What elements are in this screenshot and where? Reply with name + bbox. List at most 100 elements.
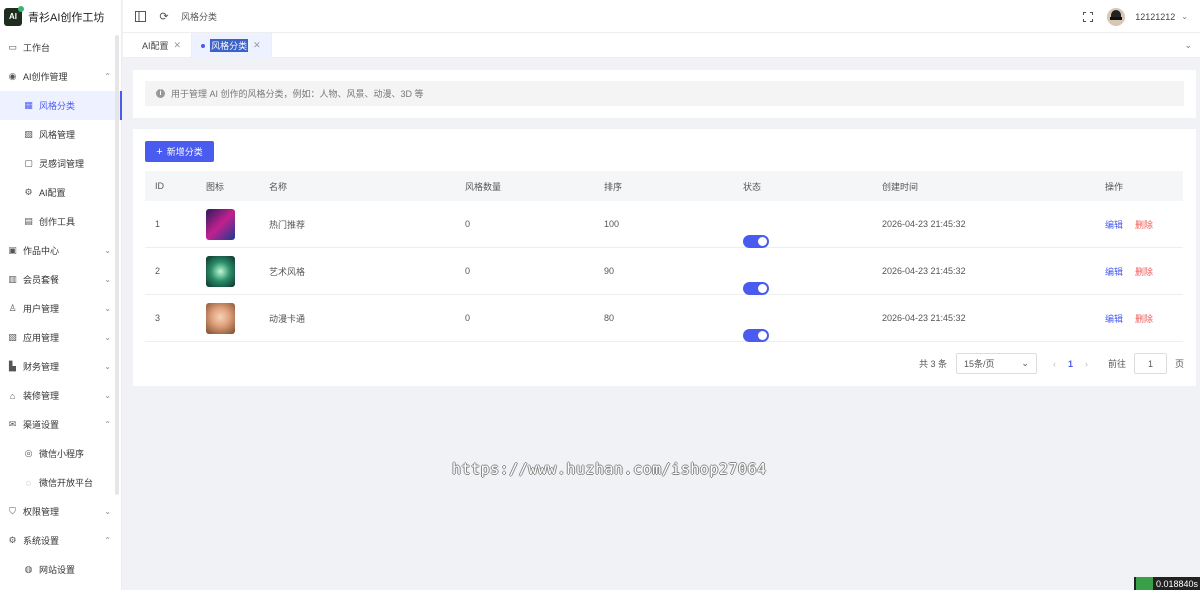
page-size-select[interactable]: 15条/页 ⌄ (955, 353, 1037, 374)
status-toggle[interactable] (743, 328, 769, 342)
sidebar-item-label: 风格分类 (39, 101, 76, 111)
sidebar-item[interactable]: ⚙ AI配置 (0, 178, 121, 207)
page-size-value: 15条/页 (963, 359, 995, 369)
sidebar-item[interactable]: ▤ 创作工具 (0, 207, 121, 236)
close-icon[interactable]: ✕ (174, 40, 182, 51)
table-row: 1 热门推荐 0 100 2026-04-23 21:45:32 编辑 删除 (145, 201, 1183, 248)
col-header: 操作 (1105, 181, 1124, 192)
goto-page-input[interactable]: 1 (1133, 353, 1167, 374)
delete-link[interactable]: 删除 (1135, 312, 1153, 325)
category-thumbnail (206, 303, 235, 334)
sidebar-item[interactable]: ▨ 风格管理 (0, 120, 121, 149)
delete-link[interactable]: 删除 (1135, 265, 1153, 278)
chevron-down-icon: ⌄ (104, 507, 111, 516)
sidebar-item-label: 微信小程序 (39, 449, 85, 459)
chevron-up-icon: ⌃ (104, 420, 111, 429)
edit-link[interactable]: 编辑 (1105, 265, 1123, 278)
chevron-down-icon: ⌄ (104, 391, 111, 400)
table-row: 2 艺术风格 0 90 2026-04-23 21:45:32 编辑 删除 (145, 248, 1183, 295)
row-style-count: 0 (465, 219, 471, 229)
chevron-down-icon: ⌄ (104, 246, 111, 255)
sidebar-item-label: 会员套餐 (23, 275, 60, 285)
sidebar-item-label: 工作台 (23, 43, 51, 53)
tool-icon: ▤ (24, 216, 33, 226)
add-category-label: 新增分类 (166, 147, 203, 157)
row-sort: 80 (604, 313, 615, 323)
user-menu-chevron-down-icon[interactable]: ⌄ (1181, 12, 1188, 21)
table-row: 3 动漫卡通 0 80 2026-04-23 21:45:32 编辑 删除 (145, 295, 1183, 342)
close-icon[interactable]: ✕ (253, 40, 261, 51)
chevron-up-icon: ⌃ (104, 72, 111, 81)
category-thumbnail (206, 209, 235, 240)
sidebar-item[interactable]: ▙ 财务管理 ⌄ (0, 352, 121, 381)
tab-label: 风格分类 (210, 39, 249, 52)
sidebar-item[interactable]: ⚙ 系统设置 ⌃ (0, 526, 121, 555)
miniprogram-icon: ◎ (24, 448, 33, 458)
row-sort: 100 (604, 219, 620, 229)
sidebar-item[interactable]: ▦ 风格分类 (0, 91, 122, 120)
sidebar-item[interactable]: ◍ 网站设置 (0, 555, 121, 584)
fullscreen-icon[interactable] (1081, 10, 1095, 24)
image-icon: ▨ (24, 129, 33, 139)
sidebar-scrollbar[interactable] (115, 35, 119, 495)
row-created-time: 2026-04-23 21:45:32 (882, 266, 966, 276)
sidebar-item[interactable]: ✉ 渠道设置 ⌃ (0, 410, 121, 439)
picture-icon: ▣ (8, 245, 17, 255)
sidebar-item[interactable]: ▢ 灵感词管理 (0, 149, 121, 178)
chevron-down-icon: ⌄ (1021, 358, 1029, 368)
sidebar-item-label: AI创作管理 (23, 72, 68, 82)
goto-label: 前往 (1107, 359, 1126, 369)
tabs-chevron-down-icon[interactable]: ⌄ (1184, 40, 1192, 51)
mail-icon: ✉ (8, 419, 17, 429)
edit-link[interactable]: 编辑 (1105, 218, 1123, 231)
app-logo[interactable]: AI 青衫AI创作工坊 (0, 0, 121, 33)
avatar[interactable] (1107, 7, 1126, 26)
tab-ai-config[interactable]: AI配置 ✕ (123, 33, 193, 58)
sidebar-item[interactable]: ◎ 微信小程序 (0, 439, 121, 468)
info-icon: i (156, 89, 165, 98)
sidebar-item[interactable]: ▧ 应用管理 ⌄ (0, 323, 121, 352)
sidebar-menu: ▭ 工作台 ◉ AI创作管理 ⌃ ▦ 风格分类 ▨ 风格管理 ▢ 灵感词管理 ⚙ AI配置 ▤ 创作工具 ▣ 作… (0, 33, 122, 584)
sidebar-item-label: 风格管理 (39, 130, 76, 140)
sidebar-item-label: 系统设置 (23, 536, 60, 546)
globe-icon: ◍ (24, 564, 33, 574)
sidebar-item[interactable]: ▥ 会员套餐 ⌄ (0, 265, 121, 294)
sidebar-item-label: 财务管理 (23, 362, 60, 372)
sidebar-item[interactable]: ♙ 用户管理 ⌄ (0, 294, 121, 323)
sidebar-item[interactable]: ▭ 工作台 (0, 33, 121, 62)
username[interactable]: 12121212 (1135, 12, 1175, 22)
sidebar-item-label: 微信开放平台 (39, 478, 94, 488)
edit-link[interactable]: 编辑 (1105, 312, 1123, 325)
next-page-icon[interactable]: › (1085, 359, 1088, 369)
sidebar-item[interactable]: ⌂ 装修管理 ⌄ (0, 381, 121, 410)
logo-icon: AI (4, 5, 24, 26)
app-icon: ▧ (8, 332, 17, 342)
status-toggle[interactable] (743, 234, 769, 248)
row-name: 艺术风格 (269, 266, 306, 277)
notice-card: i 用于管理 AI 创作的风格分类，例如：人物、风景、动漫、3D 等 (133, 70, 1196, 118)
watermark: https://www.huzhan.com/ishop27064 (452, 460, 767, 478)
app-title: 青衫AI创作工坊 (28, 11, 105, 24)
sidebar-item[interactable]: ◌ 微信开放平台 (0, 468, 121, 497)
sidebar-item[interactable]: ▣ 作品中心 ⌄ (0, 236, 121, 265)
collapse-sidebar-icon[interactable] (133, 9, 147, 23)
status-toggle[interactable] (743, 281, 769, 295)
add-category-button[interactable]: + 新增分类 (145, 141, 214, 162)
page-number[interactable]: 1 (1068, 359, 1073, 369)
delete-link[interactable]: 删除 (1135, 218, 1153, 231)
row-id: 2 (155, 266, 161, 276)
sidebar-item-label: 权限管理 (23, 507, 60, 517)
row-name: 动漫卡通 (269, 313, 306, 324)
gift-icon: ▥ (8, 274, 17, 284)
active-dot-icon (201, 43, 206, 48)
sidebar-item[interactable]: ◉ AI创作管理 ⌃ (0, 62, 121, 91)
sidebar-item-label: 作品中心 (23, 246, 60, 256)
prev-page-icon[interactable]: ‹ (1053, 359, 1056, 369)
settings-icon: ⚙ (8, 535, 17, 545)
tab-style-category[interactable]: 风格分类 ✕ (192, 33, 272, 58)
main-card: + 新增分类 ID 图标 名称 风格数量 排序 状态 创建时间 操作 1 热门推荐… (133, 129, 1196, 386)
row-created-time: 2026-04-23 21:45:32 (882, 313, 966, 323)
row-created-time: 2026-04-23 21:45:32 (882, 219, 966, 229)
refresh-icon[interactable]: ⟳ (157, 9, 171, 23)
sidebar-item[interactable]: ⛉ 权限管理 ⌄ (0, 497, 121, 526)
